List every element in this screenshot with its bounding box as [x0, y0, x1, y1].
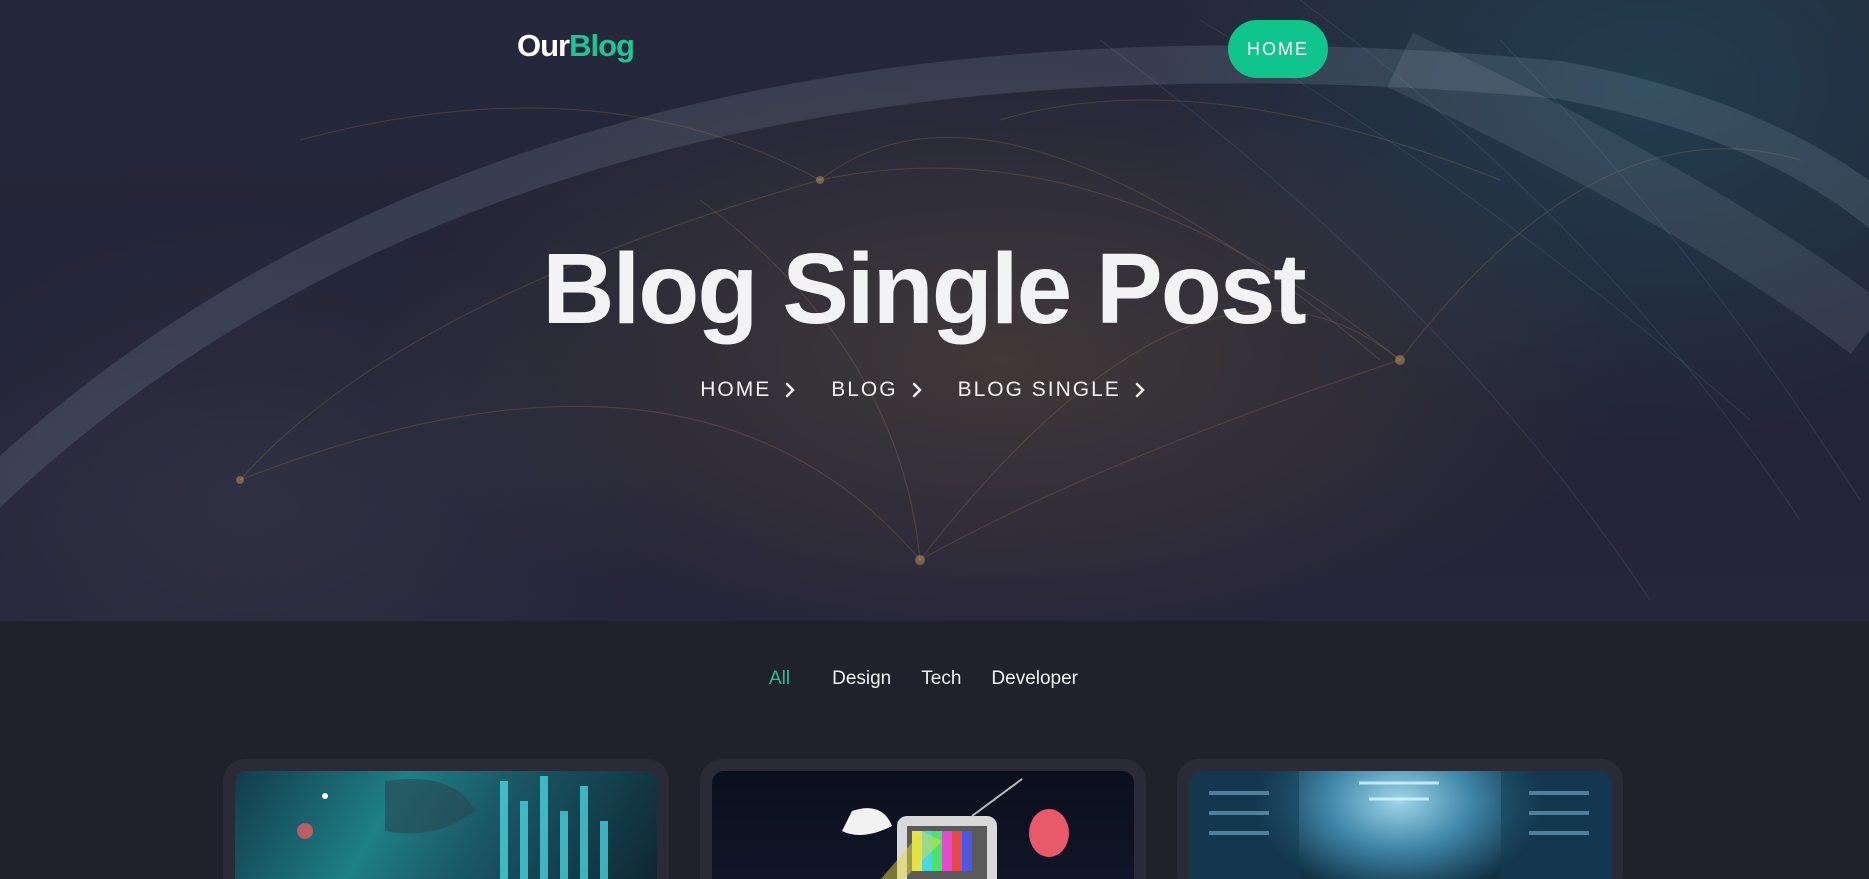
filter-design[interactable]: Design [817, 668, 906, 690]
chevron-right-icon [1135, 382, 1145, 398]
retro-tv-collage-image [712, 771, 1134, 879]
page-title: Blog Single Post [542, 233, 1306, 345]
chevron-right-icon [912, 382, 922, 398]
server-room-image [1189, 771, 1611, 879]
retro-tv-graphic [842, 778, 1069, 879]
nav-home-button[interactable]: HOME [1228, 20, 1328, 78]
server-room-graphic [1189, 771, 1611, 879]
blog-card[interactable] [700, 759, 1146, 879]
breadcrumb-item-blog[interactable]: BLOG [831, 378, 923, 402]
blog-card[interactable] [223, 759, 669, 879]
logo-text-blog: Blog [569, 28, 635, 63]
hero-banner: OurBlog HOME Blog Single Post HOME BLOG … [0, 0, 1869, 621]
data-world-map-image [235, 771, 657, 879]
chevron-right-icon [785, 382, 795, 398]
chart-bars-graphic [297, 776, 608, 879]
breadcrumb-label: BLOG SINGLE [957, 378, 1121, 401]
filter-all[interactable]: All [754, 668, 805, 690]
category-filters: All Design Tech Developer [0, 668, 1847, 690]
blog-card[interactable] [1177, 759, 1623, 879]
filter-tech[interactable]: Tech [906, 668, 976, 690]
breadcrumb-item-home[interactable]: HOME [700, 378, 797, 402]
filter-developer[interactable]: Developer [976, 668, 1093, 690]
breadcrumb-label: BLOG [831, 378, 898, 401]
breadcrumb-item-blog-single[interactable]: BLOG SINGLE [958, 378, 1147, 402]
site-logo[interactable]: OurBlog [517, 28, 635, 64]
breadcrumb: HOME BLOG BLOG SINGLE [0, 378, 1847, 402]
logo-text-our: Our [517, 28, 570, 63]
breadcrumb-label: HOME [700, 378, 772, 401]
